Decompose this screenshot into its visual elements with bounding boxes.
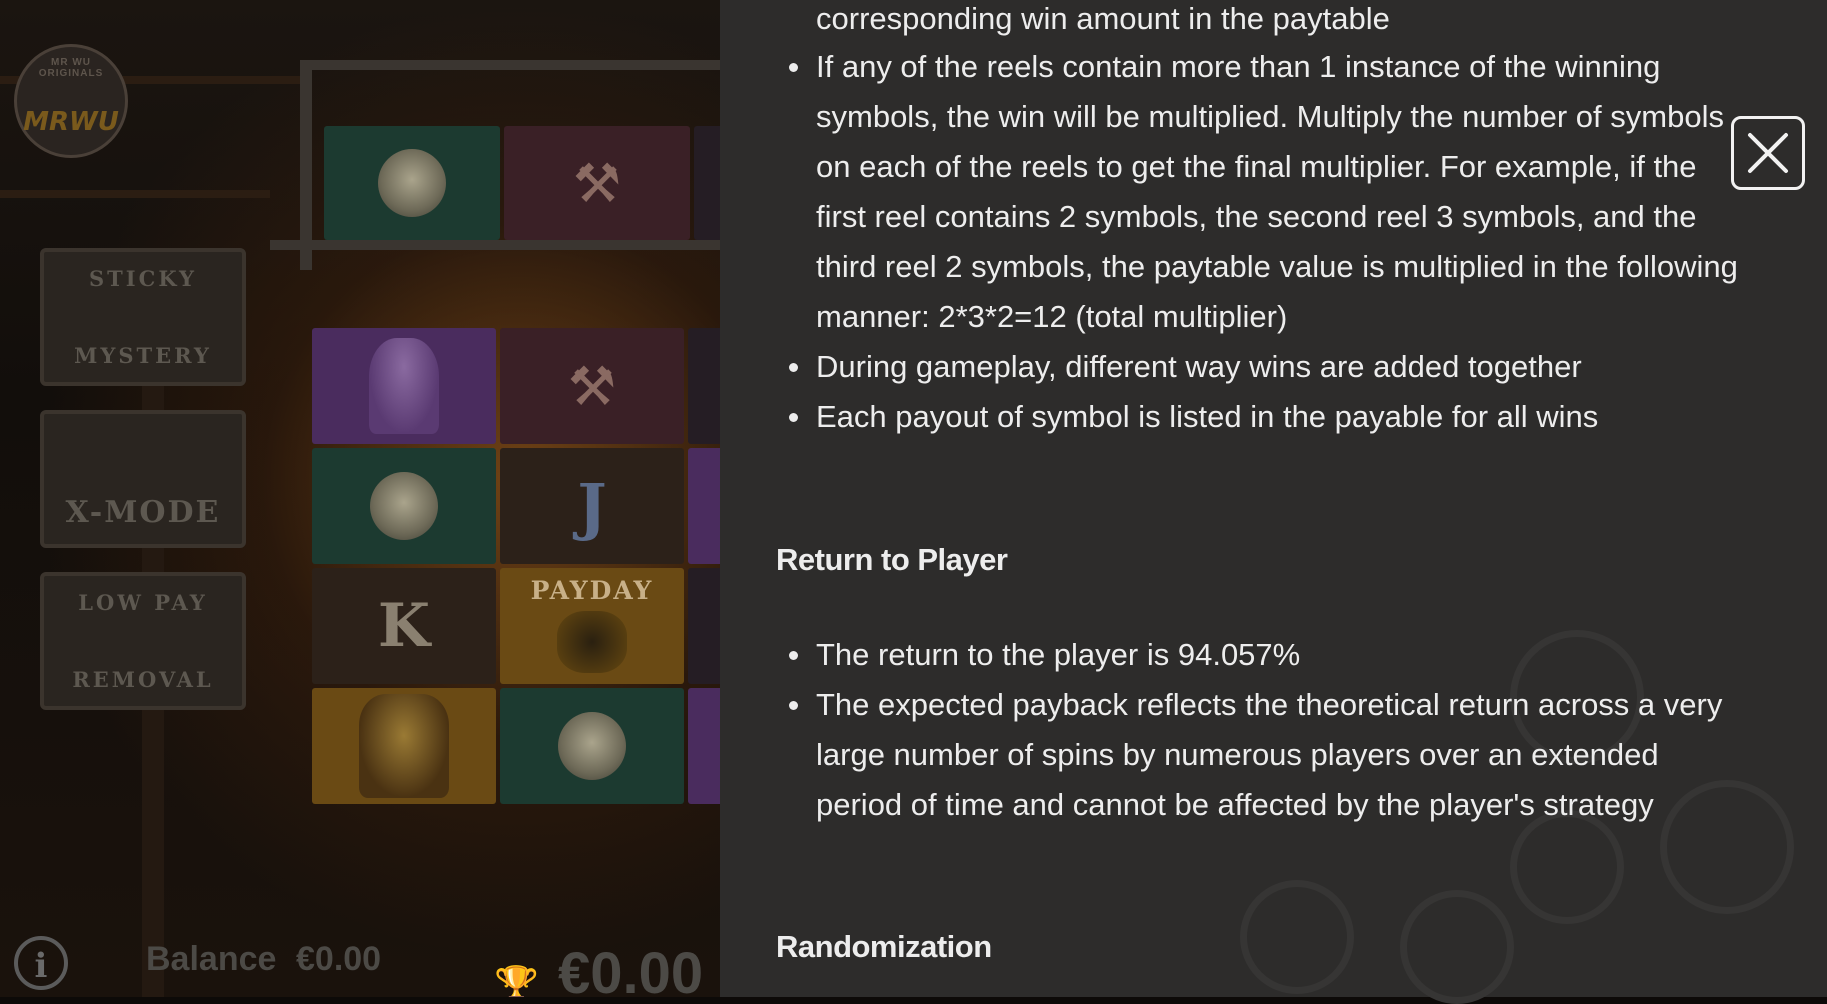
payday-symbol: PAYDAY	[500, 568, 684, 684]
close-icon	[1748, 133, 1788, 173]
reel-grid: ⚒ J K PAYDAY	[312, 328, 720, 804]
cowboy-symbol	[312, 688, 496, 804]
paragraph-continuation: corresponding win amount in the paytable	[816, 1, 1390, 36]
hat-symbol	[324, 126, 500, 240]
pickaxe-symbol: ⚒	[504, 126, 690, 240]
sign-line: MYSTERY	[74, 343, 212, 368]
k-symbol: K	[312, 568, 496, 684]
list-item: Each payout of symbol is listed in the p…	[720, 392, 1740, 442]
list-item: The expected payback reflects the theore…	[720, 680, 1740, 830]
close-button[interactable]	[1731, 116, 1805, 190]
payday-label: PAYDAY	[530, 576, 654, 605]
logo-arc-text: MR WU ORIGINALS	[38, 57, 104, 79]
j-letter: J	[577, 469, 607, 543]
shelf	[0, 190, 270, 198]
randomization-heading: Randomization	[776, 929, 992, 964]
low-pay-removal-sign[interactable]: LOW PAY REMOVAL	[40, 572, 246, 710]
rtp-heading: Return to Player	[776, 542, 1008, 577]
game-bottom-bar: i Balance €0.00 🏆 €0.00	[0, 920, 720, 997]
game-logo: MR WU ORIGINALS MRWU	[14, 44, 128, 158]
sign-line: REMOVAL	[72, 667, 214, 692]
j-symbol: J	[500, 448, 684, 564]
sign-line: X-MODE	[65, 495, 221, 530]
rtp-list: The return to the player is 94.057% The …	[720, 630, 1740, 830]
hat-symbol	[500, 688, 684, 804]
sticky-mystery-sign[interactable]: STICKY MYSTERY	[40, 248, 246, 386]
ways-rules-list: If any of the reels contain more than 1 …	[720, 42, 1740, 442]
hat-icon	[558, 712, 626, 780]
cowboy-icon	[359, 694, 449, 798]
pickaxe-symbol: ⚒	[500, 328, 684, 444]
hat-icon	[378, 149, 446, 217]
trophy-icon: 🏆	[494, 964, 539, 997]
list-item: During gameplay, different way wins are …	[720, 342, 1740, 392]
list-item: If any of the reels contain more than 1 …	[720, 42, 1740, 342]
reel-cell	[688, 568, 720, 684]
balance-label: Balance	[146, 940, 277, 978]
lady-symbol	[312, 328, 496, 444]
logo-text: MRWU	[23, 107, 119, 137]
info-icon[interactable]: i	[14, 936, 68, 990]
sign-line: LOW PAY	[78, 590, 208, 615]
reel-cell	[688, 448, 720, 564]
hat-icon	[370, 472, 438, 540]
pickaxe-icon: ⚒	[572, 151, 622, 215]
payday-face-icon	[557, 611, 627, 673]
game-info-panel: corresponding win amount in the paytable…	[720, 0, 1827, 997]
reel-cell	[688, 328, 720, 444]
lady-icon	[369, 338, 439, 434]
list-item: The return to the player is 94.057%	[720, 630, 1740, 680]
reel-cell	[694, 126, 720, 240]
balance-value: €0.00	[296, 940, 382, 978]
pickaxe-icon: ⚒	[567, 354, 617, 418]
game-background: MR WU ORIGINALS MRWU STICKY MYSTERY X-MO…	[0, 0, 720, 997]
reel-cell	[688, 688, 720, 804]
k-letter: K	[377, 591, 431, 661]
reel-frame-bar	[270, 240, 720, 250]
win-value: €0.00	[558, 941, 704, 997]
hat-symbol	[312, 448, 496, 564]
x-mode-sign[interactable]: X-MODE	[40, 410, 246, 548]
sign-line: STICKY	[88, 266, 197, 291]
upper-reel-row: ⚒	[324, 126, 720, 240]
